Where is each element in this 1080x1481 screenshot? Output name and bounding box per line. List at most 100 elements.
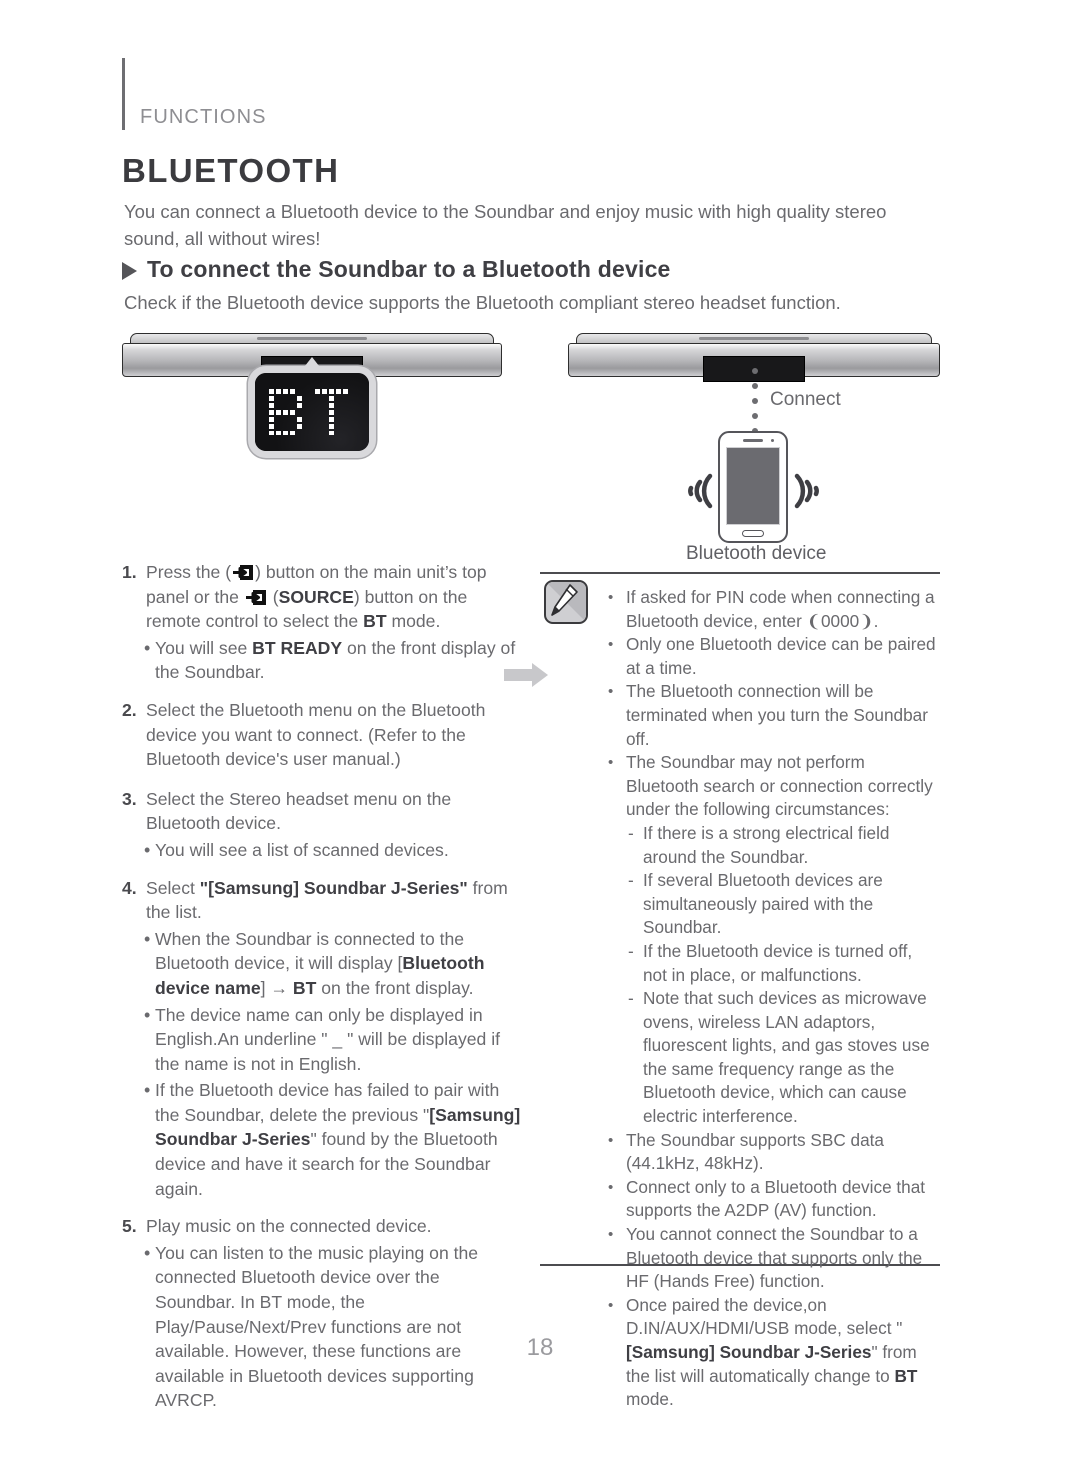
step-sub-text: You can listen to the music playing on t… [155, 1242, 479, 1411]
step-sub-text: If the Bluetooth device has failed to pa… [155, 1080, 521, 1199]
step-number: 4. [122, 877, 137, 898]
bullet-icon: • [608, 1226, 614, 1244]
emphasis: Bluetooth device name [155, 953, 485, 998]
source-icon [233, 565, 254, 580]
step-sub-item: • If the Bluetooth device has failed to p… [122, 1078, 522, 1201]
signal-wave-left-icon [676, 460, 716, 522]
note-text: The Soundbar may not perform Bluetooth s… [626, 752, 933, 820]
led-display-panel [255, 373, 369, 451]
step-sub-text: The device name can only be displayed in… [155, 1004, 501, 1074]
manual-page: FUNCTIONS BLUETOOTH You can connect a Bl… [0, 0, 1080, 1481]
bluetooth-device-label: Bluetooth device [686, 543, 827, 564]
step-sub-text: When the Soundbar is connected to the Bl… [155, 928, 485, 998]
bullet-icon: • [608, 589, 614, 606]
display-callout [248, 357, 376, 458]
step-sub-item: • You can listen to the music playing on … [122, 1241, 522, 1413]
step-text: Select "[Samsung] Soundbar J-Series" fro… [146, 877, 508, 923]
step-number: 2. [122, 699, 137, 720]
note-list: • If asked for PIN code when connecting a… [608, 586, 940, 1412]
step-text: Press the () button on the main unit’s t… [146, 562, 487, 632]
phone-screen [726, 447, 780, 525]
step-number: 1. [122, 562, 137, 582]
note-item: • Connect only to a Bluetooth device that… [608, 1176, 940, 1223]
note-top-divider [540, 572, 940, 574]
dash-icon: - [628, 870, 634, 891]
note-sub-text: If the Bluetooth device is turned off, n… [643, 940, 913, 985]
note-text: Connect only to a Bluetooth device that … [626, 1176, 926, 1221]
triangle-bullet-icon [122, 261, 137, 280]
note-pencil-icon [544, 580, 588, 624]
emphasis: SOURCE [278, 586, 354, 607]
connection-figure [0, 325, 1080, 687]
emphasis: BT [894, 1365, 918, 1386]
note-text: If asked for PIN code when connecting a … [626, 587, 935, 631]
note-sub-item: - If there is a strong electrical field a… [628, 822, 940, 869]
header-accent-rule [122, 58, 125, 130]
emphasis: BT [363, 611, 387, 632]
step-text: Select the Bluetooth menu on the Bluetoo… [146, 699, 486, 770]
note-item: • If asked for PIN code when connecting a… [608, 586, 940, 633]
note-item: • The Soundbar may not perform Bluetooth … [608, 751, 940, 822]
dash-icon: - [628, 988, 634, 1009]
bullet-icon: • [144, 928, 151, 949]
step-number: 5. [122, 1216, 137, 1237]
note-item: • The Soundbar supports SBC data (44.1kHz… [608, 1129, 940, 1176]
note-sub-text: If there is a strong electrical field ar… [643, 822, 890, 867]
note-item: • You cannot connect the Soundbar to a Bl… [608, 1223, 940, 1294]
step-item: 4. Select "[Samsung] Soundbar J-Series" f… [122, 876, 522, 925]
bullet-icon: • [608, 1178, 614, 1196]
step-sub-item: • You will see a list of scanned devices. [122, 838, 522, 863]
note-sub-text: If several Bluetooth devices are simulta… [643, 870, 883, 938]
step-number: 3. [122, 788, 137, 809]
phone-speaker-icon [743, 439, 763, 442]
bullet-icon: • [144, 1080, 151, 1101]
bullet-icon: • [144, 1004, 151, 1025]
source-icon [245, 589, 266, 605]
note-sub-item: - If the Bluetooth device is turned off, … [628, 940, 940, 987]
note-text: Only one Bluetooth device can be paired … [626, 634, 936, 678]
emphasis: [Samsung] Soundbar J-Series [155, 1104, 521, 1150]
bullet-icon: • [144, 1242, 151, 1263]
dash-icon: - [628, 822, 634, 843]
emphasis: BT [292, 977, 317, 998]
step-item: 2. Select the Bluetooth menu on the Bluet… [122, 698, 522, 772]
note-sub-item: - Note that such devices as microwave ove… [628, 987, 940, 1129]
step-text: Play music on the connected device. [146, 1216, 432, 1237]
note-text: The Bluetooth connection will be termina… [626, 681, 928, 749]
bullet-icon: • [608, 636, 614, 654]
connect-label: Connect [770, 389, 841, 410]
note-sub-item: - If several Bluetooth devices are simult… [628, 869, 940, 940]
step-sub-item: • The device name can only be displayed i… [122, 1003, 522, 1077]
subsection-heading: To connect the Soundbar to a Bluetooth d… [122, 256, 671, 283]
step-sub-item: • You will see BT READY on the front disp… [122, 636, 522, 685]
bullet-icon: • [608, 754, 614, 772]
note-text: You cannot connect the Soundbar to a Blu… [626, 1224, 923, 1292]
section-kicker: FUNCTIONS [140, 106, 267, 128]
bullet-icon: • [144, 839, 151, 860]
bt-dotmatrix-text [269, 389, 348, 435]
bullet-icon: • [144, 637, 151, 658]
page-title: BLUETOOTH [122, 152, 340, 189]
page-number: 18 [526, 1334, 554, 1361]
step-text: Select the Stereo headset menu on the Bl… [146, 788, 452, 834]
steps-column: 1. Press the () button on the main unit’s… [122, 560, 522, 1413]
callout-pointer-icon [301, 357, 323, 371]
step-item: 5. Play music on the connected device. [122, 1214, 522, 1239]
emphasis: "[Samsung] Soundbar J-Series" [199, 877, 468, 898]
phone-home-button-icon [742, 530, 764, 537]
step-sub-text: You will see BT READY on the front displ… [155, 637, 516, 683]
emphasis: BT READY [252, 637, 343, 658]
bullet-icon: • [608, 683, 614, 701]
note-sub-text: Note that such devices as microwave oven… [643, 988, 930, 1127]
note-sublist: - If there is a strong electrical field a… [608, 822, 940, 1129]
check-line: Check if the Bluetooth device supports t… [124, 292, 841, 313]
dash-icon: - [628, 940, 634, 961]
signal-wave-right-icon [791, 460, 831, 522]
step-item: 1. Press the () button on the main unit’s… [122, 560, 522, 634]
step-sub-text: You will see a list of scanned devices. [155, 839, 449, 860]
step-item: 3. Select the Stereo headset menu on the … [122, 787, 522, 836]
bluetooth-device-phone [718, 431, 788, 543]
phone-camera-icon [771, 439, 774, 442]
note-item: • The Bluetooth connection will be termin… [608, 680, 940, 751]
subsection-title: To connect the Soundbar to a Bluetooth d… [147, 256, 671, 282]
